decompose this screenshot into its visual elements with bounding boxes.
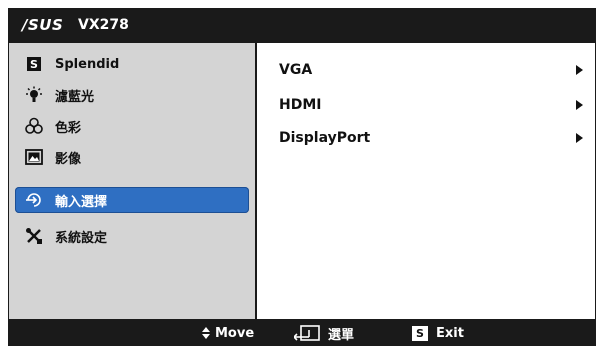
sidebar-item-label: 色彩: [55, 120, 82, 136]
sidebar-item-label: 濾藍光: [55, 89, 95, 105]
sidebar-item-label: 輸入選擇: [55, 194, 108, 210]
submenu-panel: VGA HDMI DisplayPort: [257, 43, 595, 319]
footer-move: Move: [202, 320, 254, 346]
footer-exit: S Exit: [412, 320, 464, 346]
sidebar-item-color[interactable]: 色彩: [15, 113, 249, 139]
footer-move-label: Move: [215, 325, 255, 341]
arrow-right-icon: [576, 133, 583, 143]
footer-exit-label: Exit: [436, 325, 464, 341]
option-label: VGA: [279, 62, 313, 78]
tools-icon: [23, 227, 45, 245]
option-vga[interactable]: VGA: [279, 59, 589, 81]
option-hdmi[interactable]: HDMI: [279, 94, 589, 116]
osd-body: S Splendid 濾藍光 色彩 影像 輸入選擇 系統設定 VGA HDMI …: [8, 42, 596, 320]
arrow-right-icon: [576, 100, 583, 110]
sidebar-item-splendid[interactable]: S Splendid: [15, 51, 249, 77]
osd-window: /SUS VX278 S Splendid 濾藍光 色彩 影像 輸入選擇 系統設…: [8, 8, 596, 346]
exit-key-icon: S: [412, 325, 428, 341]
footer-menu: 選單: [294, 320, 354, 346]
sidebar-item-label: Splendid: [55, 56, 120, 72]
option-label: DisplayPort: [279, 130, 371, 146]
footer-bar: Move 選單 S Exit: [8, 320, 596, 346]
arrow-right-icon: [576, 65, 583, 75]
sidebar-item-image[interactable]: 影像: [15, 144, 249, 170]
brand-logo: /SUS: [22, 16, 64, 34]
enter-icon: [294, 325, 320, 341]
bulb-icon: [23, 86, 45, 104]
sidebar-item-input-select[interactable]: 輸入選擇: [15, 187, 249, 213]
model-name: VX278: [78, 17, 129, 33]
splendid-s-icon: S: [23, 55, 45, 73]
sidebar-item-bluelight[interactable]: 濾藍光: [15, 82, 249, 108]
sidebar-item-label: 系統設定: [55, 230, 108, 246]
color-icon: [23, 117, 45, 135]
sidebar-item-label: 影像: [55, 151, 82, 167]
option-label: HDMI: [279, 97, 322, 113]
image-icon: [23, 148, 45, 166]
sidebar: S Splendid 濾藍光 色彩 影像 輸入選擇 系統設定: [9, 43, 257, 319]
option-displayport[interactable]: DisplayPort: [279, 127, 589, 149]
sidebar-item-system-setup[interactable]: 系統設定: [15, 223, 249, 249]
title-bar: /SUS VX278: [8, 8, 596, 42]
input-select-icon: [23, 191, 45, 209]
up-down-arrows-icon: [202, 327, 210, 339]
